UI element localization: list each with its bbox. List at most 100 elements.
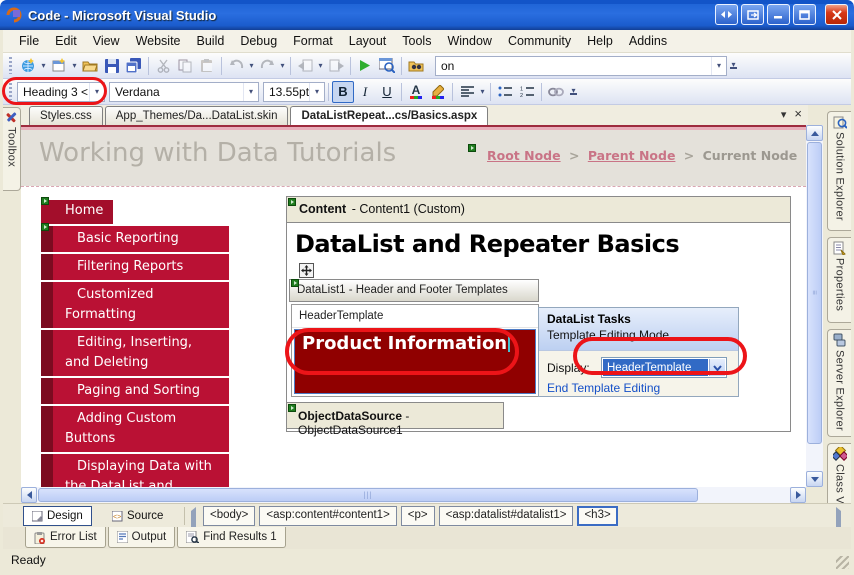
copy-icon[interactable] [174,55,196,77]
save-icon[interactable] [101,55,123,77]
source-view-tab[interactable]: <> Source [104,506,171,526]
undo-icon[interactable] [225,55,247,77]
smart-tag-glyph[interactable] [291,279,299,287]
menu-window[interactable]: Window [439,31,499,51]
font-color-button[interactable]: A [405,81,427,103]
tab-basics-aspx[interactable]: DataListRepeat...cs/Basics.aspx [290,106,488,125]
numbered-list-icon[interactable]: 12 [516,81,538,103]
add-new-item-dropdown[interactable]: ▾ [70,55,79,77]
nav-item-paging-sorting[interactable]: Paging and Sorting [41,378,229,404]
font-size-combobox[interactable]: 13.55pt ▾ [263,82,325,102]
dock-toggle-button[interactable] [715,4,738,25]
highlight-button[interactable] [427,81,449,103]
resize-grip[interactable] [836,556,849,569]
navigate-back-icon[interactable] [294,55,316,77]
nav-item-adding-custom-buttons[interactable]: Adding Custom Buttons [41,406,229,452]
start-debugging-icon[interactable] [354,55,376,77]
tag-p[interactable]: <p> [401,506,435,526]
menu-debug[interactable]: Debug [232,31,285,51]
toolbar-options-chevron[interactable]: ▾ [727,55,740,77]
menu-view[interactable]: View [85,31,128,51]
redo-dropdown[interactable]: ▾ [278,55,287,77]
tag-body[interactable]: <body> [203,506,255,526]
toolbar-grip[interactable] [9,83,12,100]
tag-asp-content[interactable]: <asp:content#content1> [259,506,396,526]
new-website-icon[interactable] [17,55,39,77]
minimize-button[interactable] [767,4,790,25]
active-files-dropdown-icon[interactable]: ▾ [781,108,787,121]
menu-edit[interactable]: Edit [47,31,85,51]
scroll-down-button[interactable] [806,471,823,487]
nav-item-customized-formatting[interactable]: Customized Formatting [41,282,229,328]
toolbar-grip[interactable] [9,57,12,74]
template-edit-area[interactable]: Product Information [294,329,536,394]
cut-icon[interactable] [152,55,174,77]
toolbar-combobox[interactable]: on ▾ [435,56,727,76]
server-explorer-tab[interactable]: Server Explorer [827,329,851,437]
menu-help[interactable]: Help [579,31,621,51]
save-all-icon[interactable] [123,55,145,77]
undo-dropdown[interactable]: ▾ [247,55,256,77]
smart-tag-glyph[interactable] [41,223,49,231]
underline-button[interactable]: U [376,81,398,103]
smart-tag-glyph[interactable] [288,198,296,206]
nav-item-basic-reporting[interactable]: Basic Reporting [41,226,229,252]
error-list-tab[interactable]: Error List [25,527,106,548]
menu-community[interactable]: Community [500,31,579,51]
toolbar-options-chevron[interactable]: ▾ [567,81,580,103]
solution-explorer-tab[interactable]: Solution Explorer [827,111,851,231]
nav-item-filtering-reports[interactable]: Filtering Reports [41,254,229,280]
view-in-browser-icon[interactable] [376,55,398,77]
tag-asp-datalist[interactable]: <asp:datalist#datalist1> [439,506,574,526]
objectdatasource-control[interactable]: ObjectDataSource - ObjectDataSource1 [286,402,504,429]
new-website-dropdown[interactable]: ▾ [39,55,48,77]
smart-tag-glyph[interactable] [41,197,49,205]
toolbar-combobox-dropdown[interactable]: ▾ [711,57,726,75]
align-dropdown[interactable]: ▾ [478,81,487,103]
smart-tag-glyph[interactable] [468,144,476,152]
design-view-tab[interactable]: Design [23,506,92,526]
find-in-files-icon[interactable] [405,55,427,77]
vertical-scrollbar[interactable]: ≡ [806,125,823,487]
horizontal-scroll-thumb[interactable]: ||| [38,488,698,502]
open-file-icon[interactable] [79,55,101,77]
horizontal-scrollbar[interactable]: ||| [21,487,806,503]
menu-addins[interactable]: Addins [621,31,675,51]
find-results-tab[interactable]: Find Results 1 [177,527,286,548]
bullet-list-icon[interactable] [494,81,516,103]
align-left-icon[interactable] [456,81,478,103]
add-new-item-icon[interactable] [48,55,70,77]
italic-button[interactable]: I [354,81,376,103]
block-format-combobox[interactable]: Heading 3 < ▾ [17,82,105,102]
close-button[interactable] [825,4,848,25]
navigate-forward-icon[interactable] [325,55,347,77]
font-name-combobox[interactable]: Verdana ▾ [109,82,259,102]
tab-datalist-skin[interactable]: App_Themes/Da...DataList.skin [105,106,289,125]
close-document-icon[interactable]: × [794,108,802,121]
breadcrumb-parent-link[interactable]: Parent Node [588,148,676,163]
popout-button[interactable] [741,4,764,25]
nav-item-home[interactable]: Home [41,200,113,224]
menu-file[interactable]: File [11,31,47,51]
redo-icon[interactable] [256,55,278,77]
font-name-dropdown[interactable]: ▾ [243,83,258,101]
toolbox-tab[interactable]: Toolbox [3,107,21,191]
bold-button[interactable]: B [332,81,354,103]
tag-h3[interactable]: <h3> [577,506,617,526]
menu-format[interactable]: Format [285,31,341,51]
menu-layout[interactable]: Layout [341,31,395,51]
nav-item-editing-inserting-deleting[interactable]: Editing, Inserting, and Deleting [41,330,229,376]
move-handle[interactable] [299,263,314,278]
maximize-button[interactable] [793,4,816,25]
output-tab[interactable]: Output [108,527,176,548]
vertical-scroll-thumb[interactable]: ≡ [807,142,822,444]
display-template-dropdown[interactable] [709,359,725,376]
paste-icon[interactable] [196,55,218,77]
scroll-right-button[interactable] [790,487,806,503]
navigate-back-dropdown[interactable]: ▾ [316,55,325,77]
scroll-up-button[interactable] [806,125,823,141]
smart-tag-glyph[interactable] [288,404,296,412]
font-size-dropdown[interactable]: ▾ [309,83,324,101]
menu-website[interactable]: Website [128,31,189,51]
menu-tools[interactable]: Tools [394,31,439,51]
